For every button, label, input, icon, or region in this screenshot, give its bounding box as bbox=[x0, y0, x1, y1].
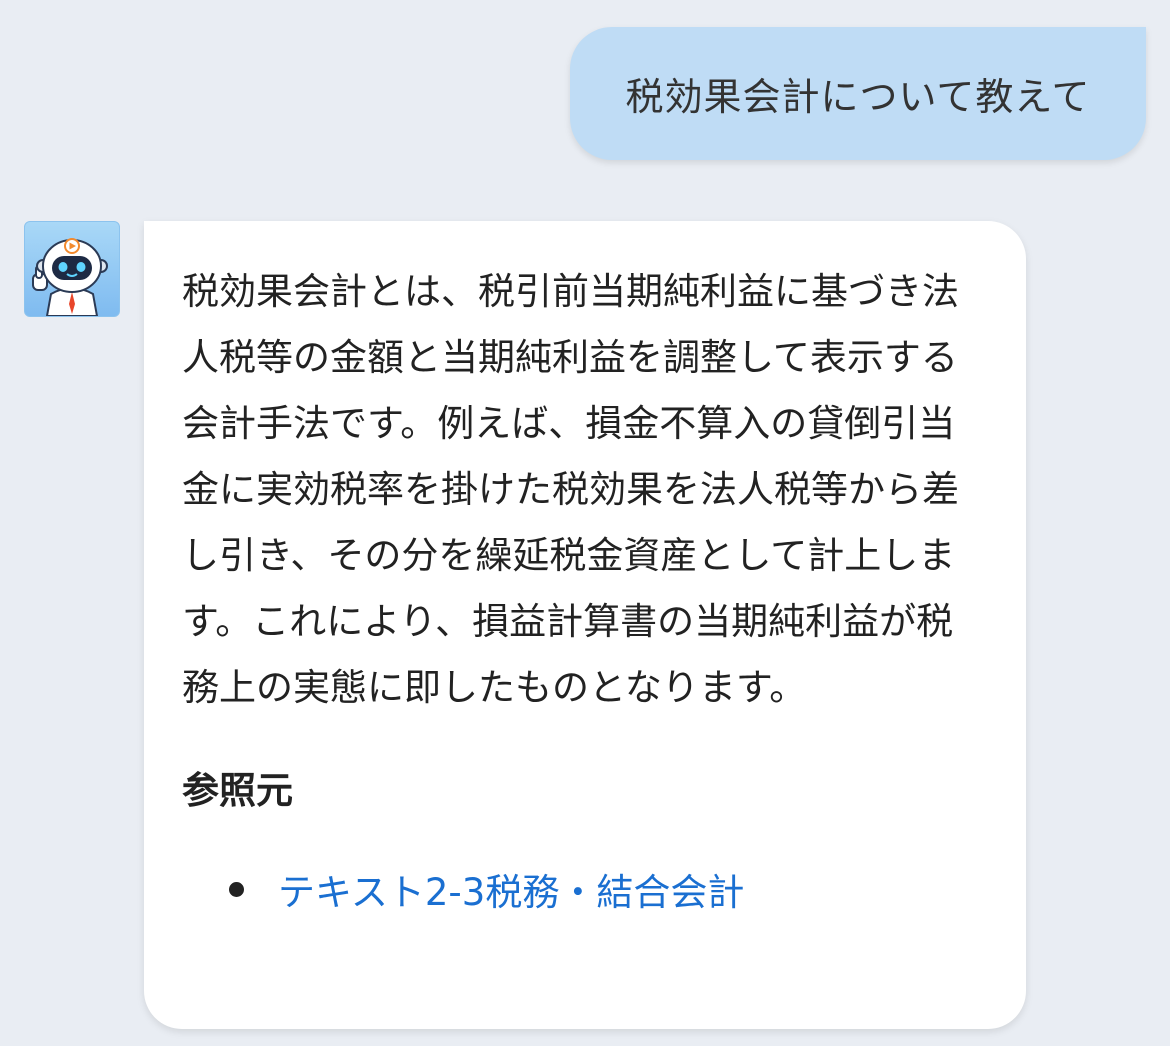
user-message-text: 税効果会計について教えて bbox=[625, 75, 1091, 119]
reference-list: テキスト2-3税務・結合会計 bbox=[182, 859, 986, 919]
robot-icon bbox=[32, 238, 108, 316]
user-message-bubble: 税効果会計について教えて bbox=[570, 27, 1146, 160]
bullet-icon bbox=[229, 881, 244, 897]
reference-list-item: テキスト2-3税務・結合会計 bbox=[182, 859, 986, 919]
reference-heading: 参照元 bbox=[182, 769, 293, 812]
bot-answer-text: 税効果会計とは、税引前当期純利益に基づき法人税等の金額と当期純利益を調整して表示… bbox=[182, 270, 959, 709]
robot-avatar-icon bbox=[24, 221, 120, 317]
reference-link[interactable]: テキスト2-3税務・結合会計 bbox=[278, 862, 744, 916]
bot-message-bubble: 税効果会計とは、税引前当期純利益に基づき法人税等の金額と当期純利益を調整して表示… bbox=[144, 221, 1026, 1029]
